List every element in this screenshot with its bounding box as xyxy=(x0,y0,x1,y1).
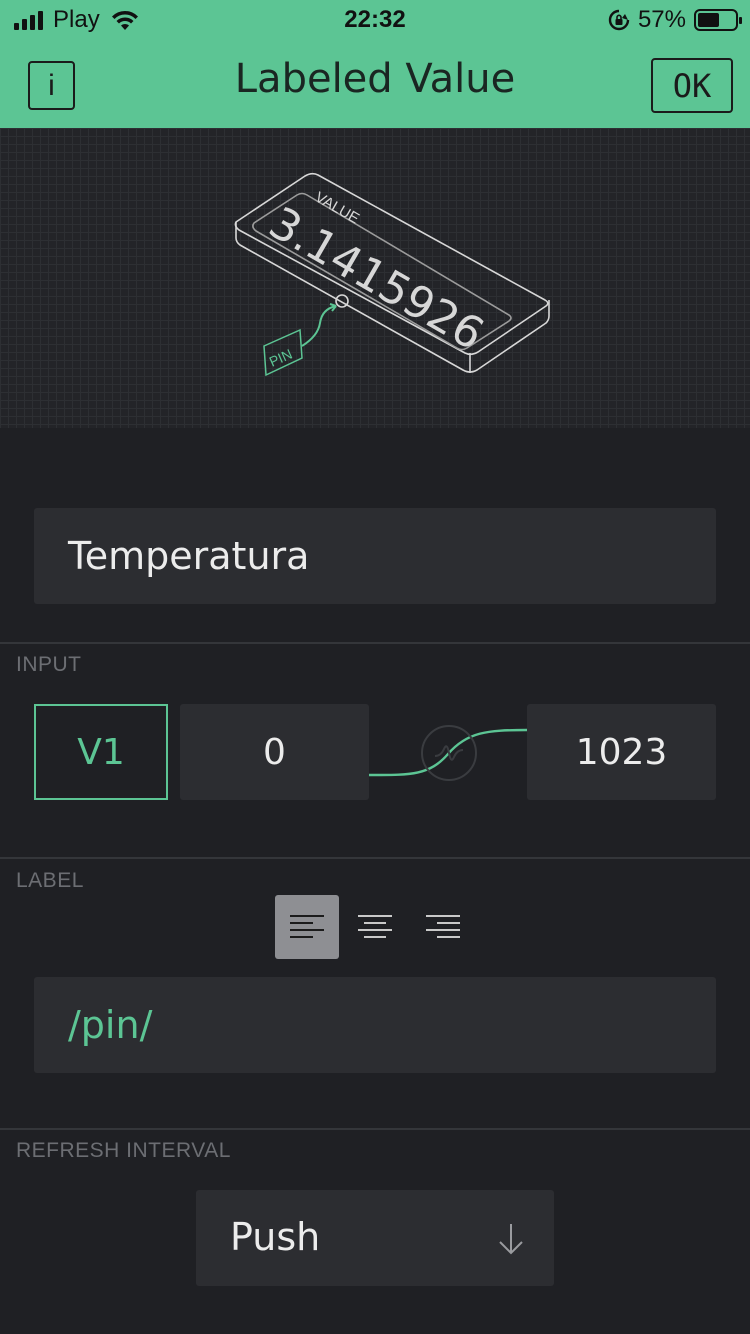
refresh-interval-value: Push xyxy=(230,1215,321,1259)
battery-fill xyxy=(698,13,719,27)
page-title: Labeled Value xyxy=(234,56,516,102)
label-format-field[interactable]: /pin/ xyxy=(34,977,716,1073)
align-center-icon xyxy=(358,915,392,938)
input-section-label: INPUT xyxy=(16,653,82,676)
ok-button[interactable]: OK xyxy=(651,58,733,113)
divider xyxy=(0,857,750,859)
status-bar: Play 22:32 57% xyxy=(0,0,750,40)
pin-selector[interactable]: V1 xyxy=(34,704,168,800)
refresh-section-label: REFRESH INTERVAL xyxy=(16,1139,231,1162)
battery-icon xyxy=(694,9,742,31)
diagram-value: 3.1415926 xyxy=(261,197,493,360)
battery-percent: 57% xyxy=(637,6,686,33)
labeled-value-diagram: VALUE 3.1415926 PIN xyxy=(234,172,550,377)
align-center-button[interactable] xyxy=(343,895,407,959)
min-value-field[interactable]: 0 xyxy=(180,704,369,800)
align-right-button[interactable] xyxy=(411,895,475,959)
arrow-down-icon xyxy=(499,1224,523,1255)
status-bar-right: 57% xyxy=(608,6,742,34)
widget-illustration: VALUE 3.1415926 PIN xyxy=(0,128,750,428)
divider xyxy=(0,1128,750,1130)
max-value-field[interactable]: 1023 xyxy=(527,704,716,800)
rotation-lock-icon xyxy=(608,9,630,31)
label-section-label: LABEL xyxy=(16,869,84,892)
wave-icon[interactable] xyxy=(420,724,478,782)
align-left-icon xyxy=(290,915,324,938)
header-bar: i Labeled Value OK xyxy=(0,40,750,128)
pin-tag: PIN xyxy=(267,346,295,370)
align-right-icon xyxy=(426,915,460,938)
align-left-button[interactable] xyxy=(275,895,339,959)
refresh-interval-dropdown[interactable]: Push xyxy=(196,1190,554,1286)
widget-name-field[interactable]: Temperatura xyxy=(34,508,716,604)
divider xyxy=(0,642,750,644)
